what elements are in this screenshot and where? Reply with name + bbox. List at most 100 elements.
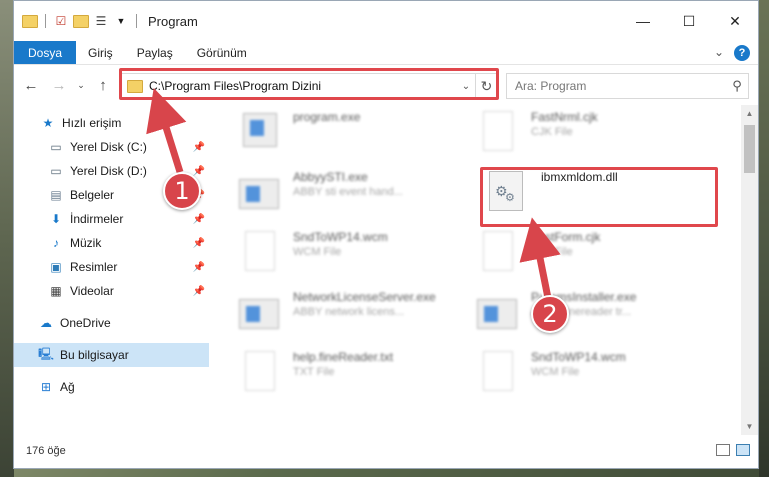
navigation-pane: ★ Hızlı erişim ▭ Yerel Disk (C:) 📌 ▭ Yer… xyxy=(14,105,209,435)
search-input[interactable]: Ara: Program xyxy=(515,79,726,93)
address-bar[interactable]: C:\Program Files\Program Dizini ⌄ ↻ xyxy=(120,73,498,99)
file-name: help.fineReader.txt xyxy=(293,350,394,364)
properties-icon[interactable]: ☑ xyxy=(53,13,69,29)
up-button[interactable]: ↑ xyxy=(92,74,114,96)
document-icon xyxy=(237,229,281,275)
view-toggle xyxy=(716,444,750,456)
details-view-icon[interactable] xyxy=(716,444,730,456)
file-item[interactable]: program.exe xyxy=(237,109,360,161)
sidebar-item-label: Hızlı erişim xyxy=(62,116,122,130)
back-button[interactable]: ← xyxy=(20,74,42,96)
maximize-button[interactable]: ☐ xyxy=(666,1,712,41)
dll-gear-icon: ⚙ ⚙ xyxy=(485,169,529,215)
file-type: CJK File xyxy=(531,246,573,258)
sidebar-item-videos[interactable]: ▦ Videolar 📌 xyxy=(14,279,209,303)
file-name: NetworkLicenseServer.exe xyxy=(293,290,436,304)
sidebar-item-pictures[interactable]: ▣ Resimler 📌 xyxy=(14,255,209,279)
drive-icon: ▭ xyxy=(50,164,62,178)
file-type: CJK File xyxy=(531,126,573,138)
pin-icon: 📌 xyxy=(192,237,205,249)
file-name: program.exe xyxy=(293,110,361,124)
cloud-icon: ☁ xyxy=(40,316,52,330)
exe-icon xyxy=(237,109,281,155)
sidebar-item-label: Müzik xyxy=(70,236,102,250)
file-name: FastNrml.cjk xyxy=(531,110,598,124)
recent-locations-button[interactable]: ⌄ xyxy=(70,74,92,96)
document-icon xyxy=(475,229,519,275)
pin-icon: 📌 xyxy=(192,261,205,273)
title-bar: ☑ ☰ ▼ Program — ☐ ✕ xyxy=(14,1,758,41)
pin-icon: 📌 xyxy=(192,285,205,297)
divider xyxy=(45,14,46,28)
sidebar-item-onedrive[interactable]: ☁ OneDrive xyxy=(14,311,209,335)
document-icon xyxy=(475,109,519,155)
sidebar-item-this-pc[interactable]: 🖳 Bu bilgisayar xyxy=(14,343,209,367)
customize-toolbar-icon[interactable]: ☰ xyxy=(93,13,109,29)
window-title: Program xyxy=(148,13,198,29)
document-icon xyxy=(237,349,281,395)
ribbon-right-controls: ⌄ ? xyxy=(714,45,750,61)
documents-icon: ▤ xyxy=(50,188,62,202)
folder-icon xyxy=(22,13,38,29)
new-folder-icon[interactable] xyxy=(73,13,89,29)
file-item[interactable]: SndToWP14.wcm WCM File xyxy=(475,349,626,401)
file-name: ibmxmldom.dll xyxy=(541,170,618,184)
file-type: WCM File xyxy=(531,366,580,378)
exe-icon xyxy=(237,289,281,335)
file-item[interactable]: FastNrml.cjk CJK File xyxy=(475,109,598,161)
sidebar-item-music[interactable]: ♪ Müzik 📌 xyxy=(14,231,209,255)
exe-icon xyxy=(237,169,281,215)
file-item[interactable]: help.fineReader.txt TXT File xyxy=(237,349,393,401)
file-name: SndToWP14.wcm xyxy=(531,350,626,364)
file-item[interactable]: SndToWP14.wcm WCM File xyxy=(237,229,388,281)
sidebar-item-downloads[interactable]: ⬇ İndirmeler 📌 xyxy=(14,207,209,231)
star-icon: ★ xyxy=(42,116,54,130)
tab-home[interactable]: Giriş xyxy=(76,41,125,64)
help-icon[interactable]: ? xyxy=(734,45,750,61)
chevron-down-icon[interactable]: ⌄ xyxy=(714,45,724,61)
sidebar-item-local-disk-c[interactable]: ▭ Yerel Disk (C:) 📌 xyxy=(14,135,209,159)
address-dropdown-icon[interactable]: ⌄ xyxy=(457,81,475,92)
file-item[interactable]: NetworkLicenseServer.exe ABBY network lic… xyxy=(237,289,436,341)
minimize-button[interactable]: — xyxy=(620,1,666,41)
music-icon: ♪ xyxy=(53,236,59,250)
drive-icon: ▭ xyxy=(50,140,62,154)
file-item[interactable]: AbbyySTI.exe ABBY sti event hand... xyxy=(237,169,403,221)
sidebar-item-quick-access[interactable]: ★ Hızlı erişim xyxy=(14,111,209,135)
scroll-up-icon[interactable]: ▲ xyxy=(741,105,758,122)
file-item-ibmxmldom[interactable]: ⚙ ⚙ ibmxmldom.dll xyxy=(485,169,618,221)
videos-icon: ▦ xyxy=(50,284,62,298)
close-button[interactable]: ✕ xyxy=(712,1,758,41)
sidebar-item-label: Yerel Disk (D:) xyxy=(70,164,147,178)
tab-view[interactable]: Görünüm xyxy=(185,41,259,64)
file-type: TXT File xyxy=(293,366,335,378)
sidebar-item-label: Ağ xyxy=(60,380,75,394)
main-area: ★ Hızlı erişim ▭ Yerel Disk (C:) 📌 ▭ Yer… xyxy=(14,105,758,435)
tab-file[interactable]: Dosya xyxy=(14,41,77,64)
scrollbar-thumb[interactable] xyxy=(744,125,755,173)
pictures-icon: ▣ xyxy=(50,260,62,274)
download-icon: ⬇ xyxy=(50,212,62,226)
sidebar-item-label: Resimler xyxy=(70,260,118,274)
qat-dropdown-icon[interactable]: ▼ xyxy=(113,13,129,29)
file-name: AbbyySTI.exe xyxy=(293,170,368,184)
search-box[interactable]: Ara: Program ⚲ xyxy=(506,73,749,99)
refresh-button[interactable]: ↻ xyxy=(475,74,497,98)
vertical-scrollbar[interactable]: ▲ ▼ xyxy=(741,105,758,435)
file-type: ABBY sti event hand... xyxy=(293,186,403,198)
file-item[interactable]: FastForm.cjk CJK File xyxy=(475,229,600,281)
exe-icon xyxy=(475,289,519,335)
step-badge-2: 2 xyxy=(531,295,569,333)
sidebar-item-label: OneDrive xyxy=(60,316,111,330)
file-name: FastForm.cjk xyxy=(531,230,601,244)
computer-icon: 🖳 xyxy=(38,346,55,361)
sidebar-item-network[interactable]: ⊞ Ağ xyxy=(14,375,209,399)
ribbon-tabs: Dosya Giriş Paylaş Görünüm ⌄ ? xyxy=(14,41,758,65)
forward-button[interactable]: → xyxy=(48,74,70,96)
divider xyxy=(136,14,137,28)
document-icon xyxy=(475,349,519,395)
address-path[interactable]: C:\Program Files\Program Dizini xyxy=(149,79,457,93)
tab-share[interactable]: Paylaş xyxy=(125,41,185,64)
explorer-window: ☑ ☰ ▼ Program — ☐ ✕ Dosya Giriş Paylaş G… xyxy=(13,0,759,469)
large-icons-view-icon[interactable] xyxy=(736,444,750,456)
